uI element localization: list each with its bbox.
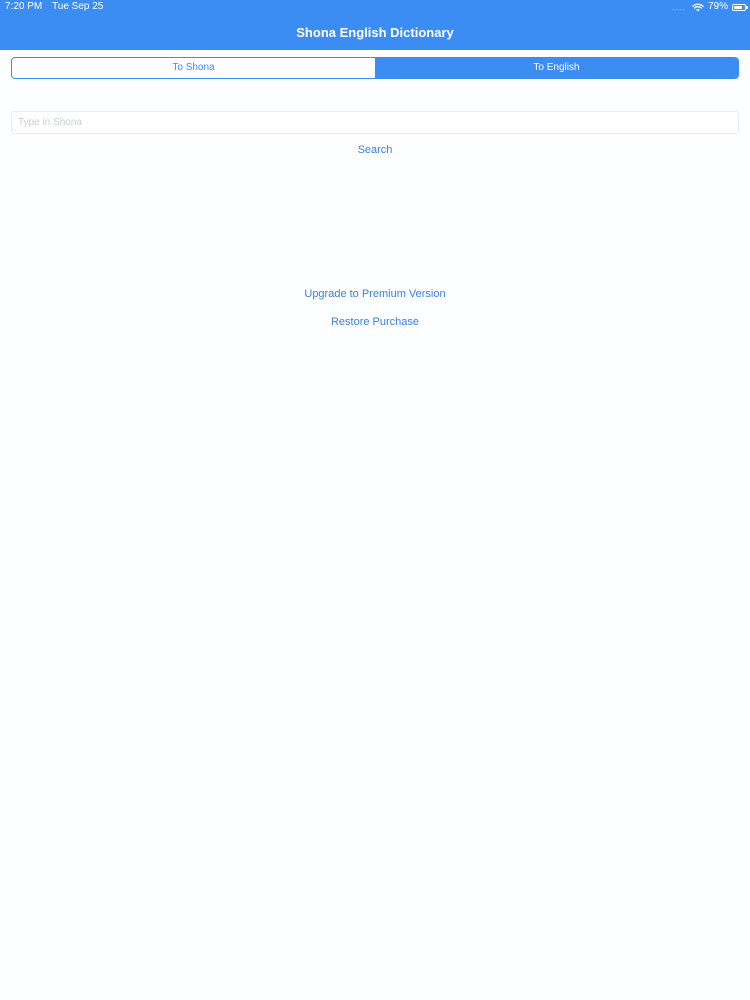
status-right: .... 79% bbox=[671, 0, 748, 14]
search-input[interactable] bbox=[11, 111, 739, 134]
status-date: Tue Sep 25 bbox=[52, 1, 104, 12]
signal-dots: .... bbox=[671, 2, 686, 12]
battery-percent: 79% bbox=[707, 1, 728, 12]
page-title: Shona English Dictionary bbox=[296, 25, 454, 40]
language-direction-segmented-control[interactable]: To Shona To English bbox=[11, 57, 739, 79]
navigation-bar: 7:20 PM Tue Sep 25 .... 79% Shona Englis… bbox=[0, 0, 750, 50]
wifi-icon bbox=[692, 3, 704, 12]
segment-to-english[interactable]: To English bbox=[375, 58, 738, 78]
status-left: 7:20 PM Tue Sep 25 bbox=[5, 0, 103, 14]
search-button[interactable]: Search bbox=[0, 142, 750, 158]
upgrade-premium-button[interactable]: Upgrade to Premium Version bbox=[0, 286, 750, 302]
segment-to-shona[interactable]: To Shona bbox=[12, 58, 375, 78]
status-bar: 7:20 PM Tue Sep 25 .... 79% bbox=[0, 0, 750, 14]
restore-purchase-button[interactable]: Restore Purchase bbox=[0, 314, 750, 330]
status-time: 7:20 PM bbox=[5, 1, 43, 12]
battery-icon bbox=[732, 3, 748, 11]
